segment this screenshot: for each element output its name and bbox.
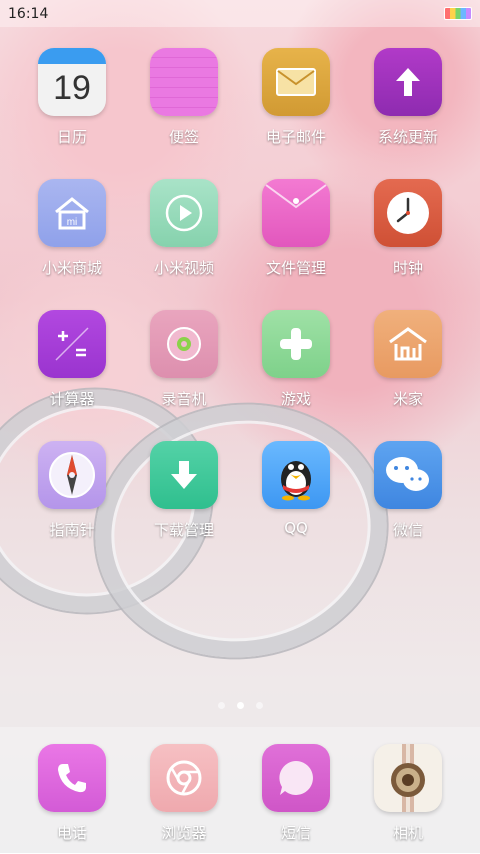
app-mi-mall[interactable]: mi 小米商城 [16, 179, 128, 310]
recorder-icon [150, 310, 218, 378]
mi-store-icon: mi [38, 179, 106, 247]
qq-penguin-icon [262, 441, 330, 509]
app-label: 计算器 [49, 390, 95, 408]
app-label: 短信 [280, 824, 311, 842]
battery-icon [444, 7, 472, 20]
app-label: 下载管理 [153, 521, 214, 539]
app-label: 米家 [392, 390, 423, 408]
dock: 电话 浏览器 短信 相机 [0, 727, 480, 853]
app-email[interactable]: 电子邮件 [240, 48, 352, 179]
message-icon [262, 744, 330, 812]
app-label: 微信 [392, 521, 423, 539]
app-label: 小米视频 [153, 259, 214, 277]
app-label: 录音机 [161, 390, 207, 408]
app-wechat[interactable]: 微信 [352, 441, 464, 572]
page-indicator [0, 702, 480, 709]
compass-icon [38, 441, 106, 509]
app-label: 便签 [168, 128, 199, 146]
page-dot[interactable] [217, 702, 225, 709]
gamepad-icon [262, 310, 330, 378]
app-label: QQ [284, 519, 308, 537]
folder-icon [262, 179, 330, 247]
mail-icon [262, 48, 330, 116]
update-icon [374, 48, 442, 116]
app-clock[interactable]: 时钟 [352, 179, 464, 310]
dock-messages[interactable]: 短信 [240, 744, 352, 854]
calendar-day: 19 [53, 68, 91, 107]
wechat-icon [374, 441, 442, 509]
app-recorder[interactable]: 录音机 [128, 310, 240, 441]
clock-icon [374, 179, 442, 247]
app-games[interactable]: 游戏 [240, 310, 352, 441]
status-bar: 16:14 [0, 0, 480, 27]
app-mi-video[interactable]: 小米视频 [128, 179, 240, 310]
calculator-icon [38, 310, 106, 378]
svg-text:mi: mi [67, 217, 78, 228]
app-calendar[interactable]: 19 日历 [16, 48, 128, 179]
app-label: 浏览器 [161, 824, 207, 842]
app-label: 电子邮件 [265, 128, 326, 146]
page-dot-active[interactable] [236, 702, 244, 709]
dock-camera[interactable]: 相机 [352, 744, 464, 854]
app-label: 游戏 [280, 390, 311, 408]
calendar-icon: 19 [38, 48, 106, 116]
app-notes[interactable]: 便签 [128, 48, 240, 179]
app-label: 系统更新 [377, 128, 438, 146]
app-downloads[interactable]: 下载管理 [128, 441, 240, 572]
video-play-icon [150, 179, 218, 247]
app-label: 时钟 [392, 259, 423, 277]
download-icon [150, 441, 218, 509]
app-label: 小米商城 [41, 259, 102, 277]
app-label: 文件管理 [265, 259, 326, 277]
camera-icon [374, 744, 442, 812]
app-compass[interactable]: 指南针 [16, 441, 128, 572]
app-grid: 19 日历 便签 电子邮件 系统更新 mi 小米商城 小米视频 文件管理 时钟 … [16, 48, 464, 572]
dock-phone[interactable]: 电话 [16, 744, 128, 854]
app-system-update[interactable]: 系统更新 [352, 48, 464, 179]
app-file-manager[interactable]: 文件管理 [240, 179, 352, 310]
app-label: 电话 [56, 824, 87, 842]
app-calculator[interactable]: 计算器 [16, 310, 128, 441]
notes-icon [150, 48, 218, 116]
app-qq[interactable]: QQ [240, 441, 352, 572]
status-time: 16:14 [8, 5, 49, 22]
dock-browser[interactable]: 浏览器 [128, 744, 240, 854]
app-mi-home[interactable]: 米家 [352, 310, 464, 441]
mi-home-icon [374, 310, 442, 378]
browser-icon [150, 744, 218, 812]
page-dot[interactable] [255, 702, 263, 709]
app-label: 相机 [392, 824, 423, 842]
phone-icon [38, 744, 106, 812]
app-label: 日历 [56, 128, 87, 146]
app-label: 指南针 [49, 521, 95, 539]
